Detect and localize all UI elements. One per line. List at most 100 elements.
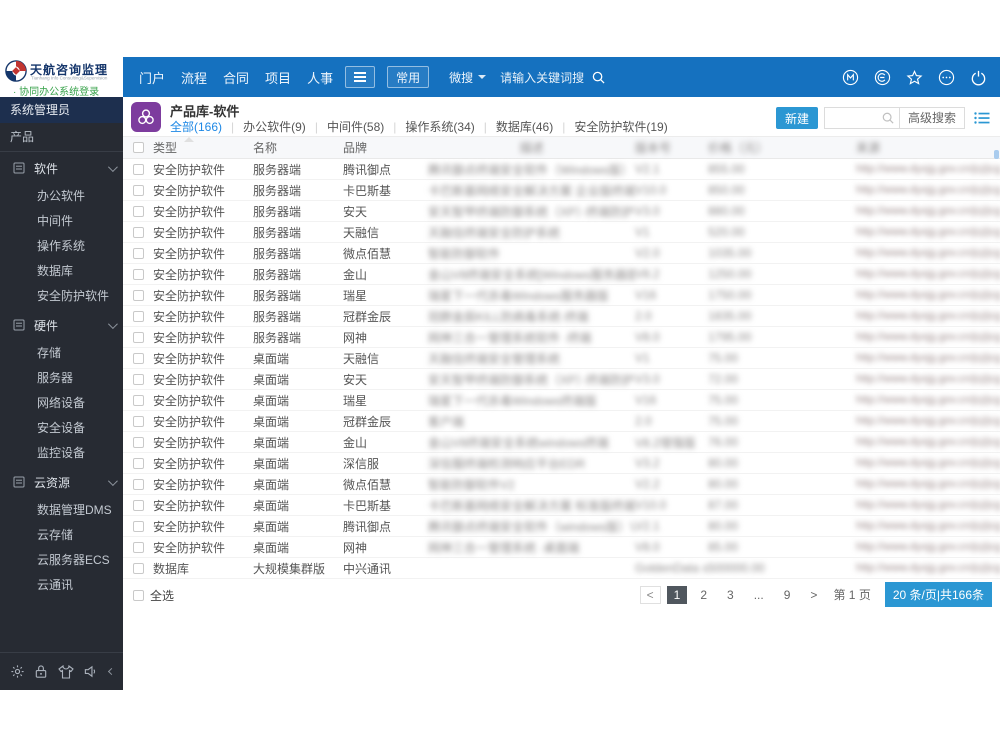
row-checkbox[interactable] bbox=[133, 310, 144, 322]
table-row[interactable]: 安全防护软件 服务器端 卡巴斯基 卡巴斯基网络安全解决方案 企业版终端防护授…V10.… bbox=[123, 180, 1000, 201]
theme-shirt-icon[interactable] bbox=[57, 664, 74, 679]
row-checkbox[interactable] bbox=[133, 562, 144, 574]
row-checkbox[interactable] bbox=[133, 457, 144, 469]
row-checkbox[interactable] bbox=[133, 415, 144, 427]
table-row[interactable]: 安全防护软件 桌面端 瑞星 瑞星下一代杀毒Windows终端版 V16 75.00 http… bbox=[123, 390, 1000, 411]
row-checkbox[interactable] bbox=[133, 499, 144, 511]
table-search-input[interactable] bbox=[824, 108, 877, 128]
sidebar-item[interactable]: 服务器 bbox=[0, 366, 123, 391]
cell-source[interactable]: http://www.dyxjg.gov.cn/jcj/jcg/ bbox=[856, 310, 1000, 322]
sidebar-item[interactable]: 安全防护软件 bbox=[0, 284, 123, 309]
power-icon[interactable] bbox=[970, 69, 987, 86]
page-button-3[interactable]: 3 bbox=[720, 586, 741, 604]
page-size-info[interactable]: 20 条/页|共166条 bbox=[884, 582, 992, 607]
cell-source[interactable]: http://www.dyxjg.gov.cn/jcj/jcg/ bbox=[856, 373, 1000, 385]
cell-source[interactable]: http://www.dyxjg.gov.cn/jcj/jcg/ bbox=[856, 289, 1000, 301]
new-button[interactable]: 新建 bbox=[775, 107, 818, 129]
row-checkbox[interactable] bbox=[133, 226, 144, 238]
table-row[interactable]: 安全防护软件 桌面端 卡巴斯基 卡巴斯基网络安全解决方案 标准版终端防护 - KS…V… bbox=[123, 495, 1000, 516]
nav-item-1[interactable]: 门户 bbox=[139, 68, 165, 87]
sidebar-item[interactable]: 办公软件 bbox=[0, 184, 123, 209]
page-jump-input[interactable]: 1 bbox=[849, 588, 856, 602]
nav-item-2[interactable]: 流程 bbox=[181, 68, 207, 87]
cell-source[interactable]: http://www.dyxjg.gov.cn/jcj/jcg/ bbox=[856, 352, 1000, 364]
row-checkbox[interactable] bbox=[133, 394, 144, 406]
list-view-icon[interactable] bbox=[974, 111, 990, 125]
sidebar-item[interactable]: 存储 bbox=[0, 341, 123, 366]
row-checkbox[interactable] bbox=[133, 268, 144, 280]
message-m-icon[interactable] bbox=[842, 69, 859, 86]
global-search-input[interactable]: 请输入关键词搜 bbox=[500, 69, 584, 86]
collapse-chevron-icon[interactable] bbox=[107, 667, 115, 676]
row-checkbox[interactable] bbox=[133, 478, 144, 490]
cell-source[interactable]: http://www.dyxjg.gov.cn/jcj/jcg/ bbox=[856, 541, 1000, 553]
sidebar-item-product[interactable]: 产品 bbox=[0, 123, 123, 152]
sidebar-item[interactable]: 网络设备 bbox=[0, 391, 123, 416]
row-checkbox[interactable] bbox=[133, 163, 144, 175]
sidebar-section-1[interactable]: 软件 bbox=[0, 152, 123, 184]
sidebar-item[interactable]: 云通讯 bbox=[0, 573, 123, 598]
table-row[interactable]: 安全防护软件 桌面端 微点佰慧 智能防御软件V2 V2.2 80.00 http://www… bbox=[123, 474, 1000, 495]
nav-item-5[interactable]: 人事 bbox=[307, 68, 333, 87]
sidebar-item[interactable]: 数据库 bbox=[0, 259, 123, 284]
row-checkbox[interactable] bbox=[133, 289, 144, 301]
sidebar-item[interactable]: 数据管理DMS bbox=[0, 498, 123, 523]
cell-source[interactable]: http://www.dyxjg.gov.cn/jcj/jcg/ bbox=[856, 457, 1000, 469]
sidebar-item[interactable]: 中间件 bbox=[0, 209, 123, 234]
table-row[interactable]: 安全防护软件 桌面端 冠群金辰 客户端 2.0 75.00 http://www.dyxjg… bbox=[123, 411, 1000, 432]
cell-source[interactable]: http://www.dyxjg.gov.cn/jcj/jcg/ bbox=[856, 247, 1000, 259]
table-row[interactable]: 安全防护软件 桌面端 金山 金山V8终端安全系统windows终端 V8.2增强版 76.… bbox=[123, 432, 1000, 453]
table-row[interactable]: 安全防护软件 桌面端 深信服 深信服终端检测响应平台EDR V3.2 80.00 http:… bbox=[123, 453, 1000, 474]
table-row[interactable]: 安全防护软件 服务器端 瑞星 瑞星下一代杀毒Windows服务器版 V16 1750.00… bbox=[123, 285, 1000, 306]
sidebar-item[interactable]: 安全设备 bbox=[0, 416, 123, 441]
table-row[interactable]: 安全防护软件 服务器端 冠群金辰 冠群金辰KILL防病毒系统·终端 2.0 1835.00… bbox=[123, 306, 1000, 327]
lock-icon[interactable] bbox=[34, 664, 48, 679]
cell-source[interactable]: http://www.dyxjg.gov.cn/jcj/jcg/ bbox=[856, 415, 1000, 427]
table-row[interactable]: 数据库 大规模集群版 中兴通讯 GoldenData s…500000.00 http:… bbox=[123, 558, 1000, 579]
row-checkbox[interactable] bbox=[133, 352, 144, 364]
cell-source[interactable]: http://www.dyxjg.gov.cn/jcj/jcg/ bbox=[856, 268, 1000, 280]
cell-source[interactable]: http://www.dyxjg.gov.cn/jcj/jcg/ bbox=[856, 331, 1000, 343]
select-all-header-checkbox[interactable] bbox=[133, 142, 144, 153]
sidebar-item[interactable]: 云存储 bbox=[0, 523, 123, 548]
table-row[interactable]: 安全防护软件 桌面端 腾讯御点 腾讯御点终端安全软件（windows版）V2.1 V2.… bbox=[123, 516, 1000, 537]
sidebar-section-2[interactable]: 硬件 bbox=[0, 309, 123, 341]
table-row[interactable]: 安全防护软件 服务器端 天融信 天融信终端安全防护系统 V1 520.00 http://w… bbox=[123, 222, 1000, 243]
row-checkbox[interactable] bbox=[133, 373, 144, 385]
row-checkbox[interactable] bbox=[133, 331, 144, 343]
search-icon[interactable] bbox=[592, 71, 605, 84]
table-row[interactable]: 安全防护软件 桌面端 安天 安天智甲终端防御系统（XP）·终端防护授权V3.0 72.0… bbox=[123, 369, 1000, 390]
nav-pinned-button[interactable]: 常用 bbox=[387, 66, 430, 88]
sidebar-item[interactable]: 操作系统 bbox=[0, 234, 123, 259]
row-checkbox[interactable] bbox=[133, 436, 144, 448]
e-badge-icon[interactable] bbox=[874, 69, 891, 86]
page-button-1[interactable]: 1 bbox=[666, 585, 688, 604]
cell-source[interactable]: http://www.dyxjg.gov.cn/jcj/jcg/ bbox=[856, 436, 1000, 448]
tab-4[interactable]: 操作系统(34) bbox=[405, 118, 474, 135]
more-icon[interactable] bbox=[938, 69, 955, 86]
next-page-button[interactable]: > bbox=[803, 586, 824, 604]
prev-page-button[interactable]: < bbox=[639, 585, 661, 604]
cell-source[interactable]: http://www.dyxjg.gov.cn/jcj/jcg/ bbox=[856, 499, 1000, 511]
select-all-checkbox[interactable] bbox=[133, 590, 144, 601]
tab-6[interactable]: 安全防护软件(19) bbox=[574, 118, 667, 135]
row-checkbox[interactable] bbox=[133, 184, 144, 196]
tab-3[interactable]: 中间件(58) bbox=[327, 118, 384, 135]
search-icon[interactable] bbox=[877, 112, 899, 124]
scrollbar-thumb[interactable] bbox=[994, 150, 999, 159]
nav-item-4[interactable]: 项目 bbox=[265, 68, 291, 87]
sidebar-item[interactable]: 监控设备 bbox=[0, 441, 123, 466]
cell-source[interactable]: http://www.dyxjg.gov.cn/jcj/jcg/ bbox=[856, 562, 1000, 574]
tab-5[interactable]: 数据库(46) bbox=[496, 118, 553, 135]
row-checkbox[interactable] bbox=[133, 247, 144, 259]
row-checkbox[interactable] bbox=[133, 541, 144, 553]
page-button-2[interactable]: 2 bbox=[693, 586, 714, 604]
table-row[interactable]: 安全防护软件 服务器端 微点佰慧 智能防御软件 V2.0 1035.00 http://ww… bbox=[123, 243, 1000, 264]
table-row[interactable]: 安全防护软件 桌面端 网神 网神三合一管理系统 ·桌面端 V8.0 85.00 http:/… bbox=[123, 537, 1000, 558]
cell-source[interactable]: http://www.dyxjg.gov.cn/jcj/jcg/ bbox=[856, 205, 1000, 217]
favorite-star-icon[interactable] bbox=[906, 69, 923, 86]
table-row[interactable]: 安全防护软件 服务器端 腾讯御点 腾讯御点终端安全软件（Windows版） V2.1 85… bbox=[123, 159, 1000, 180]
settings-gear-icon[interactable] bbox=[10, 664, 25, 679]
table-row[interactable]: 安全防护软件 服务器端 网神 网神三合一管理系统软件 ·终端 V8.0 1795.00 ht… bbox=[123, 327, 1000, 348]
cell-source[interactable]: http://www.dyxjg.gov.cn/jcj/jcg/ bbox=[856, 163, 1000, 175]
